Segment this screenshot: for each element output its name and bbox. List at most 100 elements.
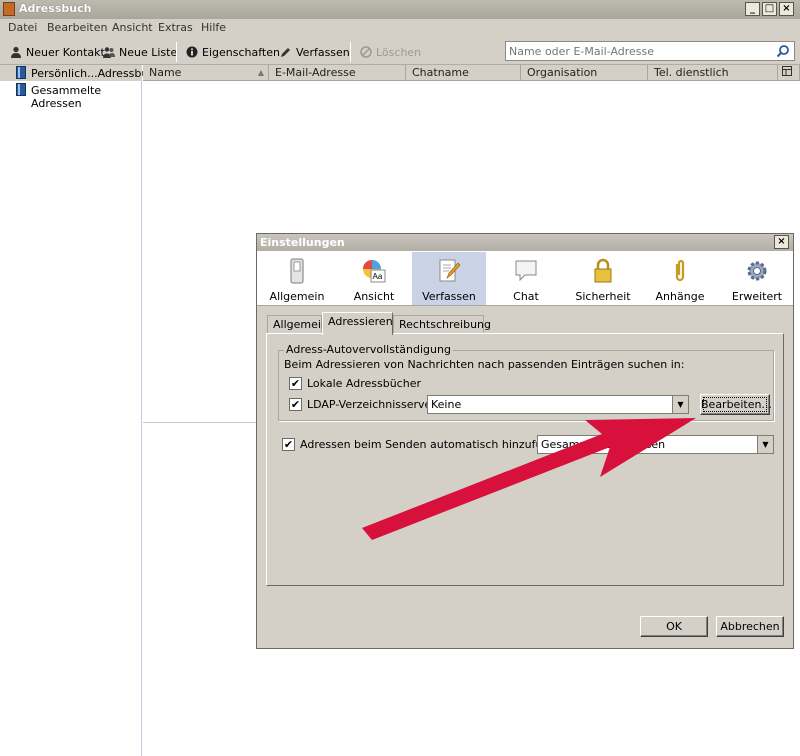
svg-text:Aa: Aa [373,272,383,281]
addressbook-icon [16,83,26,96]
column-header-chatname[interactable]: Chatname [406,65,521,81]
paperclip-icon [675,259,685,282]
pane-allgemein[interactable]: Allgemein [260,252,334,305]
column-label: Tel. dienstlich [654,66,729,79]
person-icon [11,46,21,58]
minimize-button[interactable]: _ [745,2,760,16]
new-contact-button[interactable]: Neuer Kontakt [10,44,105,60]
delete-button[interactable]: Löschen [360,44,421,60]
menu-ansicht[interactable]: Ansicht [112,21,153,34]
edit-button-label: Bearbeiten... [701,398,772,411]
properties-label: Eigenschaften [202,45,280,59]
auto-add-select[interactable]: Gesammelte Adressen ▼ [537,435,774,454]
splitter[interactable] [143,422,257,423]
window-title-bar: Adressbuch _ □ × [0,0,800,19]
pane-label: Ansicht [353,290,395,303]
addressbook-icon [16,66,26,79]
ldap-value: Keine [431,398,462,411]
pane-sicherheit[interactable]: Sicherheit [566,252,640,305]
column-label: Organisation [527,66,598,79]
window-title: Adressbuch [19,2,92,15]
column-header-organisation[interactable]: Organisation [521,65,648,81]
local-books-checkbox[interactable]: ✔ [289,377,302,390]
pane-anhaenge[interactable]: Anhänge [643,252,717,305]
delete-label: Löschen [376,45,422,59]
pane-label: Anhänge [655,290,705,303]
tab-panel: Adress-Autovervollständigung Beim Adress… [266,333,784,586]
properties-button[interactable]: Eigenschaften [186,44,280,60]
column-header-email[interactable]: E-Mail-Adresse [269,65,406,81]
dialog-title-bar: Einstellungen × [257,234,793,251]
addressbook-app-icon [3,2,15,16]
new-list-button[interactable]: Neue Liste [103,44,177,60]
tab-label: Allgemein [273,318,328,331]
addressbook-label: Persönlich...Adressbuch [31,67,162,80]
cancel-button[interactable]: Abbrechen [716,616,784,637]
dialog-close-button[interactable]: × [774,235,789,249]
auto-add-checkbox[interactable]: ✔ [282,438,295,451]
addressbook-label: Gesammelte Adressen [31,84,102,110]
menu-hilfe[interactable]: Hilfe [201,21,226,34]
pane-label: Allgemein [269,290,325,303]
column-header-phone-work[interactable]: Tel. dienstlich [648,65,778,81]
pencil-icon [281,48,290,57]
tab-rechtschreibung[interactable]: Rechtschreibung [393,315,491,334]
preference-pane-bar: Allgemein Aa Ansicht Verfassen Chat Sich… [257,251,793,306]
search-box[interactable] [505,41,795,61]
menu-extras[interactable]: Extras [158,21,193,34]
tab-allgemein[interactable]: Allgemein [267,315,328,334]
menu-bar: Datei Bearbeiten Ansicht Extras Hilfe [0,19,800,38]
font-color-icon: Aa [363,260,386,283]
group-description: Beim Adressieren von Nachrichten nach pa… [284,358,685,371]
group-icon [103,47,115,58]
pane-erweitert[interactable]: Erweitert [720,252,794,305]
ldap-server-select[interactable]: Keine ▼ [427,395,689,414]
dialog-title: Einstellungen [260,236,345,249]
tab-adressieren[interactable]: Adressieren [322,312,393,335]
close-button[interactable]: × [779,2,794,16]
dropdown-arrow-icon[interactable]: ▼ [757,436,773,453]
addressbook-collected[interactable]: Gesammelte Adressen [0,82,142,110]
pane-chat[interactable]: Chat [489,252,563,305]
ldap-label: LDAP-Verzeichnisserver: [307,398,440,411]
group-legend: Adress-Autovervollständigung [284,343,453,356]
pane-ansicht[interactable]: Aa Ansicht [337,252,411,305]
search-input[interactable] [506,42,766,60]
new-list-label: Neue Liste [119,45,178,59]
addressbook-personal[interactable]: Persönlich...Adressbuch [0,65,161,81]
delete-icon [360,46,372,58]
maximize-button[interactable]: □ [762,2,777,16]
autocomplete-group: Adress-Autovervollständigung Beim Adress… [278,343,774,421]
lock-icon [594,258,612,283]
pane-label: Chat [513,290,539,303]
menu-bearbeiten[interactable]: Bearbeiten [47,21,107,34]
addressbook-list: Persönlich...Adressbuch Gesammelte Adres… [0,65,161,756]
auto-add-value: Gesammelte Adressen [541,438,666,451]
column-label: E-Mail-Adresse [275,66,356,79]
dropdown-arrow-icon[interactable]: ▼ [672,396,688,413]
switch-icon [290,258,304,284]
pane-label: Sicherheit [575,290,631,303]
new-contact-label: Neuer Kontakt [26,45,105,59]
chat-bubble-icon [515,260,537,282]
ok-button[interactable]: OK [640,616,708,637]
local-books-label: Lokale Adressbücher [307,377,421,390]
compose-label: Verfassen [296,45,350,59]
column-label: Chatname [412,66,469,79]
edit-button[interactable]: Bearbeiten... [700,394,772,415]
ok-label: OK [666,620,682,633]
compose-button[interactable]: Verfassen [280,44,350,60]
search-icon[interactable] [776,44,790,58]
sort-arrow-icon: ▲ [257,68,264,77]
ldap-checkbox[interactable]: ✔ [289,398,302,411]
cancel-label: Abbrechen [720,620,780,633]
pane-label: Erweitert [731,290,783,303]
column-header-name[interactable]: Name ▲ [143,65,269,81]
column-picker-button[interactable] [778,65,800,81]
column-picker-icon [782,66,792,76]
pane-label: Verfassen [422,290,476,303]
toolbar-separator [176,42,177,62]
settings-dialog: Einstellungen × Allgemein Aa Ansicht Ver… [256,233,794,649]
menu-datei[interactable]: Datei [8,21,37,34]
pane-verfassen[interactable]: Verfassen [412,252,486,305]
